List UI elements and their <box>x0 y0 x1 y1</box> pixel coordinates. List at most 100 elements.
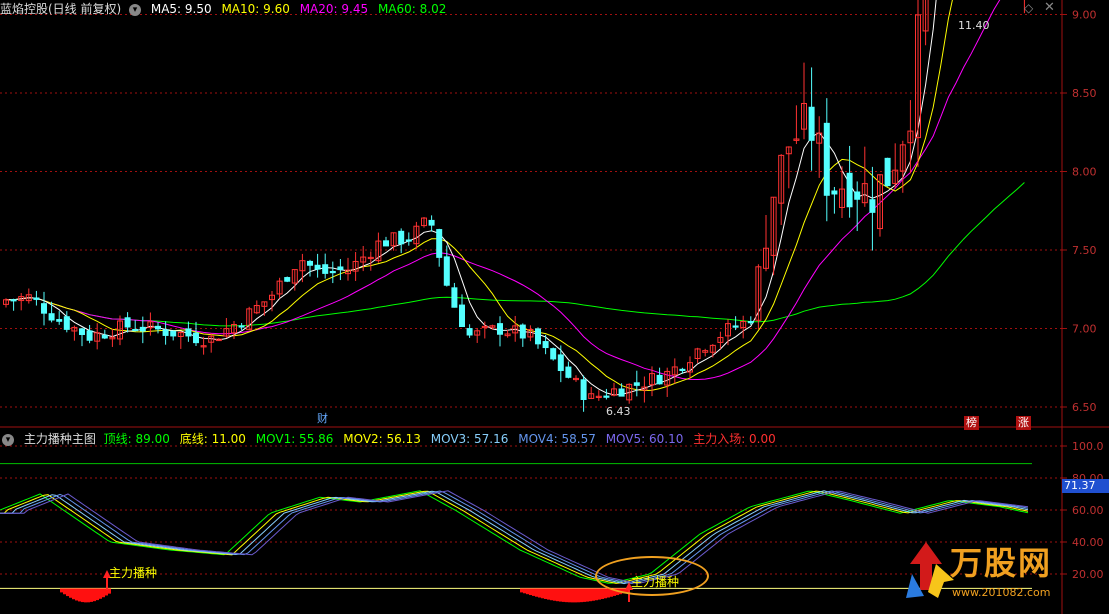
chart-window: 11.0010.5010.009.509.008.508.007.507.006… <box>0 0 1109 614</box>
mov2-label: MOV2: 56.13 <box>343 432 421 446</box>
candle-body <box>656 374 663 385</box>
candle-body <box>314 264 321 270</box>
price-tick-label: 6.50 <box>1072 401 1097 414</box>
candle-body <box>557 354 564 372</box>
ma60-label: MA60: 8.02 <box>377 2 447 16</box>
candle-body <box>854 191 861 200</box>
chevron-down-icon[interactable]: ▾ <box>2 433 14 446</box>
candle-body <box>679 368 686 372</box>
entry-bar <box>66 588 69 597</box>
indicator-title: 主力播种主图 <box>23 432 96 446</box>
brand-watermark: 万股网 www.201082.com <box>898 534 1108 614</box>
price-tick-label: 9.00 <box>1072 9 1097 22</box>
mov5-label: MOV5: 60.10 <box>605 432 684 446</box>
main-grid <box>0 14 1062 408</box>
candle-body <box>86 330 93 341</box>
limit-up-tag[interactable]: 涨 <box>1016 416 1031 430</box>
rank-tag[interactable]: 榜 <box>964 416 979 430</box>
close-icon[interactable]: ✕ <box>1044 0 1055 15</box>
entry-bar <box>523 588 526 594</box>
mov3-label: MOV3: 57.16 <box>430 432 509 446</box>
price-tick-label: 7.00 <box>1072 323 1097 336</box>
entry-bar <box>84 588 87 603</box>
entry-bar <box>577 588 580 603</box>
finance-tag[interactable]: 财 <box>315 412 330 426</box>
candle-body <box>823 122 830 196</box>
entry-bar <box>592 588 595 601</box>
candle-body <box>139 326 146 332</box>
candle-body <box>884 157 891 187</box>
entry-bar <box>562 588 565 602</box>
entry-bar <box>574 588 577 603</box>
highlight-ellipse <box>595 556 709 596</box>
low-price-label: 6.43 <box>606 405 631 418</box>
entry-bar <box>87 588 90 603</box>
entry-bar <box>99 588 102 599</box>
candle-body <box>831 190 838 195</box>
entry-bar <box>604 588 607 599</box>
candle-body <box>519 324 526 339</box>
candle-body <box>132 328 139 332</box>
chart-canvas[interactable]: 11.0010.5010.009.509.008.508.007.507.006… <box>0 0 1109 614</box>
mov4-label: MOV4: 58.57 <box>518 432 596 446</box>
entry-bar <box>535 588 538 597</box>
entry-bar <box>559 588 562 602</box>
candle-body <box>10 299 17 302</box>
candle-body <box>603 395 610 398</box>
brand-site: www.201082.com <box>952 586 1051 599</box>
candle-body <box>193 332 199 344</box>
entry-bar <box>108 588 111 594</box>
entry-bar <box>529 588 532 596</box>
candle-body <box>633 382 640 386</box>
entry-bar <box>556 588 559 602</box>
candle-body <box>443 256 450 286</box>
candle-body <box>185 328 192 337</box>
candle-body <box>162 329 169 336</box>
candle-body <box>428 219 435 226</box>
indicator-header: ▾ 主力播种主图 顶线: 89.00 底线: 11.00 MOV1: 55.86… <box>0 430 782 448</box>
candle-body <box>846 172 853 208</box>
entry-bar <box>547 588 550 600</box>
entry-bar <box>607 588 610 598</box>
candle-body <box>307 260 313 266</box>
candle-body <box>580 379 587 401</box>
main-header: 蓝焰控股(日线 前复权) ▾ MA5: 9.50 MA10: 9.60 MA20… <box>0 0 452 18</box>
candle-body <box>808 106 815 141</box>
indicator-tick-label: 60.00 <box>1072 504 1104 517</box>
entry-bar <box>532 588 535 596</box>
entry-bar <box>595 588 598 601</box>
price-tick-label: 7.50 <box>1072 244 1097 257</box>
entry-bar <box>69 588 72 598</box>
entry-bar <box>586 588 589 602</box>
candlesticks <box>3 0 1025 412</box>
diamond-icon[interactable]: ◇ <box>1024 1 1033 15</box>
main-entry-label: 主力入场: 0.00 <box>693 432 776 446</box>
candle-body <box>405 239 412 242</box>
indicator-tick-label: 100.0 <box>1072 440 1104 453</box>
top-line-label: 顶线: 89.00 <box>103 432 170 446</box>
candle-body <box>542 341 549 349</box>
candle-body <box>747 321 754 324</box>
candle-body <box>170 330 177 337</box>
candle-body <box>101 334 108 339</box>
candle-body <box>436 229 443 258</box>
entry-bar <box>580 588 583 603</box>
entry-bar <box>526 588 529 595</box>
candle-body <box>535 328 541 345</box>
entry-bar <box>75 588 78 601</box>
chevron-down-icon[interactable]: ▾ <box>129 3 142 16</box>
entry-bar <box>553 588 556 601</box>
entry-bar <box>81 588 84 603</box>
logo-icon <box>906 542 954 598</box>
entry-bar <box>93 588 96 602</box>
candle-body <box>41 303 47 314</box>
candle-body <box>79 328 85 335</box>
candle-body <box>451 287 458 308</box>
candle-body <box>398 230 405 245</box>
entry-bar <box>541 588 544 599</box>
mov1-label: MOV1: 55.86 <box>255 432 334 446</box>
entry-bar <box>598 588 601 600</box>
brand-text: 万股网 <box>950 544 1053 582</box>
ma10-label: MA10: 9.60 <box>221 2 290 16</box>
candle-body <box>618 388 625 397</box>
